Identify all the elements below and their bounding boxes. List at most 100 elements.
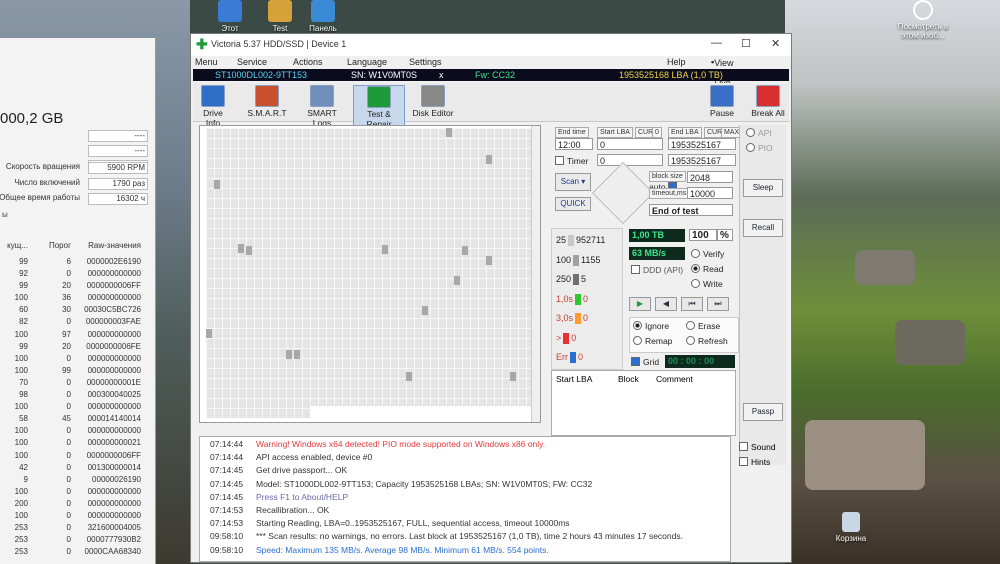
write-radio[interactable]: Write — [691, 279, 723, 289]
read-radio[interactable]: Read — [691, 264, 723, 274]
smart-cell: 0 — [66, 450, 71, 460]
column-start-lba: Start LBA — [556, 374, 593, 384]
timer-checkbox[interactable]: Timer — [555, 156, 588, 166]
menu-service[interactable]: Service — [237, 57, 267, 67]
wallpaper-rock — [855, 250, 915, 285]
recall-button[interactable]: Recall — [743, 219, 783, 237]
refresh-radio[interactable]: Refresh — [686, 336, 728, 346]
block-stat-threshold: 1,0s — [556, 293, 574, 304]
victoria-window[interactable]: ✚ Victoria 5.37 HDD/SSD | Device 1 — ☐ ✕… — [190, 33, 792, 563]
repair-options: Ignore Erase Remap Refresh — [629, 317, 739, 353]
log-message: Speed: Maximum 135 MB/s. Average 98 MB/s… — [256, 544, 549, 555]
scan-button[interactable]: Scan ▾ — [555, 173, 591, 191]
desktop-icon-recycle-bin[interactable]: Корзина — [830, 512, 872, 543]
block-stat-count: 0 — [583, 313, 589, 323]
log-message: Warning! Windows x64 detected! PIO mode … — [256, 439, 546, 449]
smart-cell: 20 — [62, 281, 71, 291]
end-lba-field[interactable]: 1953525167 — [668, 138, 736, 150]
grid-scrollbar[interactable] — [531, 126, 540, 422]
smart-logs-button[interactable]: SMART Logs — [297, 85, 347, 128]
end-of-test-select[interactable]: End of test — [649, 204, 733, 216]
smart-cell: 000000000000 — [87, 365, 141, 375]
progress-total-lcd: 1,00 TB — [629, 229, 685, 242]
log-line: 07:14:45 Get drive passport... OK — [210, 465, 347, 475]
end-time-field[interactable]: 12:00 — [555, 138, 593, 150]
menu-actions[interactable]: Actions — [293, 57, 323, 67]
pause-icon — [710, 85, 734, 107]
smart-cell: 92 — [19, 269, 28, 279]
timer-field[interactable]: 0 — [597, 154, 663, 166]
quick-button[interactable]: QUICK — [555, 197, 591, 211]
end-lba-field-2[interactable]: 1953525167 — [668, 154, 736, 166]
smart-cell: 6 — [66, 257, 71, 266]
close-button[interactable]: ✕ — [771, 37, 780, 50]
smart-cell: 000000000000 — [87, 486, 141, 496]
block-size-select[interactable]: 2048 — [687, 171, 733, 183]
background-disk-info-window[interactable]: 000,2 GB ---- ---- ---- Скорость вращени… — [0, 38, 156, 564]
drive-info-button[interactable]: Drive Info — [195, 85, 231, 128]
timeout-select[interactable]: 10000 — [687, 187, 733, 199]
desktop-icon-control-panel[interactable]: Панель — [303, 0, 343, 33]
hints-checkbox[interactable]: Hints — [739, 457, 770, 467]
maximize-button[interactable]: ☐ — [741, 37, 751, 50]
desktop-icon-test[interactable]: Test — [260, 0, 300, 33]
smart-cell: 00000026190 — [92, 474, 141, 484]
sound-checkbox[interactable]: Sound — [739, 442, 776, 452]
radio-icon — [686, 336, 695, 345]
break-all-button[interactable]: Break All — [751, 85, 785, 118]
smart-table-row: 100 0 000000000000 — [0, 425, 155, 437]
smart-cell: 98 — [19, 390, 28, 400]
api-radio[interactable]: API — [746, 128, 772, 138]
start-lba-field[interactable]: 0 — [597, 138, 663, 150]
smart-cell: 0000000006FE — [86, 341, 141, 351]
slow-block-cell — [214, 180, 220, 189]
direction-pad[interactable] — [591, 161, 655, 225]
passp-button[interactable]: Passp — [743, 403, 783, 421]
minimize-button[interactable]: — — [711, 37, 722, 49]
pause-button[interactable]: Pause — [707, 85, 737, 118]
menu-menu[interactable]: Menu — [195, 57, 218, 67]
menu-settings[interactable]: Settings — [409, 57, 442, 67]
smart-table-row: 82 0 000000003FAE — [0, 316, 155, 328]
event-log[interactable]: 07:14:44 Warning! Windows x64 detected! P… — [199, 436, 731, 562]
smart-cell: 58 — [19, 414, 28, 424]
radio-icon — [746, 143, 755, 152]
skip-end-icon[interactable]: ⏭ — [707, 297, 729, 311]
rewind-icon[interactable]: ◀ — [655, 297, 677, 311]
disk-icon — [421, 85, 445, 107]
radio-icon — [691, 249, 700, 258]
skip-back-icon[interactable]: ⏮ — [681, 297, 703, 311]
smart-cell: 00030C5BC726 — [84, 305, 141, 315]
checkbox-icon — [631, 357, 640, 366]
start-zero-button[interactable]: 0 — [652, 127, 662, 138]
verify-radio[interactable]: Verify — [691, 249, 724, 259]
menu-help[interactable]: Help — [667, 57, 686, 67]
disk-editor-button[interactable]: Disk Editor — [411, 85, 455, 118]
drive-close-x[interactable]: x — [439, 69, 444, 81]
remap-radio[interactable]: Remap — [633, 336, 672, 346]
erase-radio[interactable]: Erase — [686, 321, 720, 331]
smart-button[interactable]: S.M.A.R.T — [247, 85, 287, 118]
checkbox-icon — [555, 156, 564, 165]
drive-info-bar[interactable]: ST1000DL002-9TT153 SN: W1V0MT0S x Fw: CC… — [193, 69, 789, 81]
toolbar: Drive Info S.M.A.R.T SMART Logs Test & R… — [193, 83, 789, 130]
menu-language[interactable]: Language — [347, 57, 387, 67]
ignore-radio[interactable]: Ignore — [633, 321, 669, 331]
defect-list-table[interactable]: Start LBA Block Comment — [551, 370, 736, 436]
grid-checkbox[interactable]: Grid — [631, 357, 659, 367]
right-side-panel: API PIO Sleep Recall Passp — [739, 125, 786, 465]
sleep-button[interactable]: Sleep — [743, 179, 783, 197]
pio-radio[interactable]: PIO — [746, 143, 773, 153]
title-bar[interactable]: ✚ Victoria 5.37 HDD/SSD | Device 1 — ☐ ✕ — [191, 34, 791, 56]
slow-block-cell — [462, 246, 468, 255]
view-buffer-live-toggle[interactable]: ▪ View Buffer Live — [711, 57, 738, 88]
test-repair-button[interactable]: Test & Repair — [353, 85, 405, 130]
desktop-icon-view-image[interactable]: Посмотреть в этом изоб... — [893, 0, 953, 40]
desktop-icon-this-pc[interactable]: Этот — [210, 0, 250, 33]
log-line: 07:14:44 Warning! Windows x64 detected! P… — [210, 439, 545, 449]
surface-scan-grid-panel[interactable] — [199, 125, 541, 423]
grid-unscanned-area — [310, 406, 540, 420]
log-line: 07:14:53 Starting Reading, LBA=0..1953525… — [210, 518, 570, 528]
play-icon[interactable]: ▶ — [629, 297, 651, 311]
ddd-api-checkbox[interactable]: DDD (API) — [631, 265, 683, 275]
